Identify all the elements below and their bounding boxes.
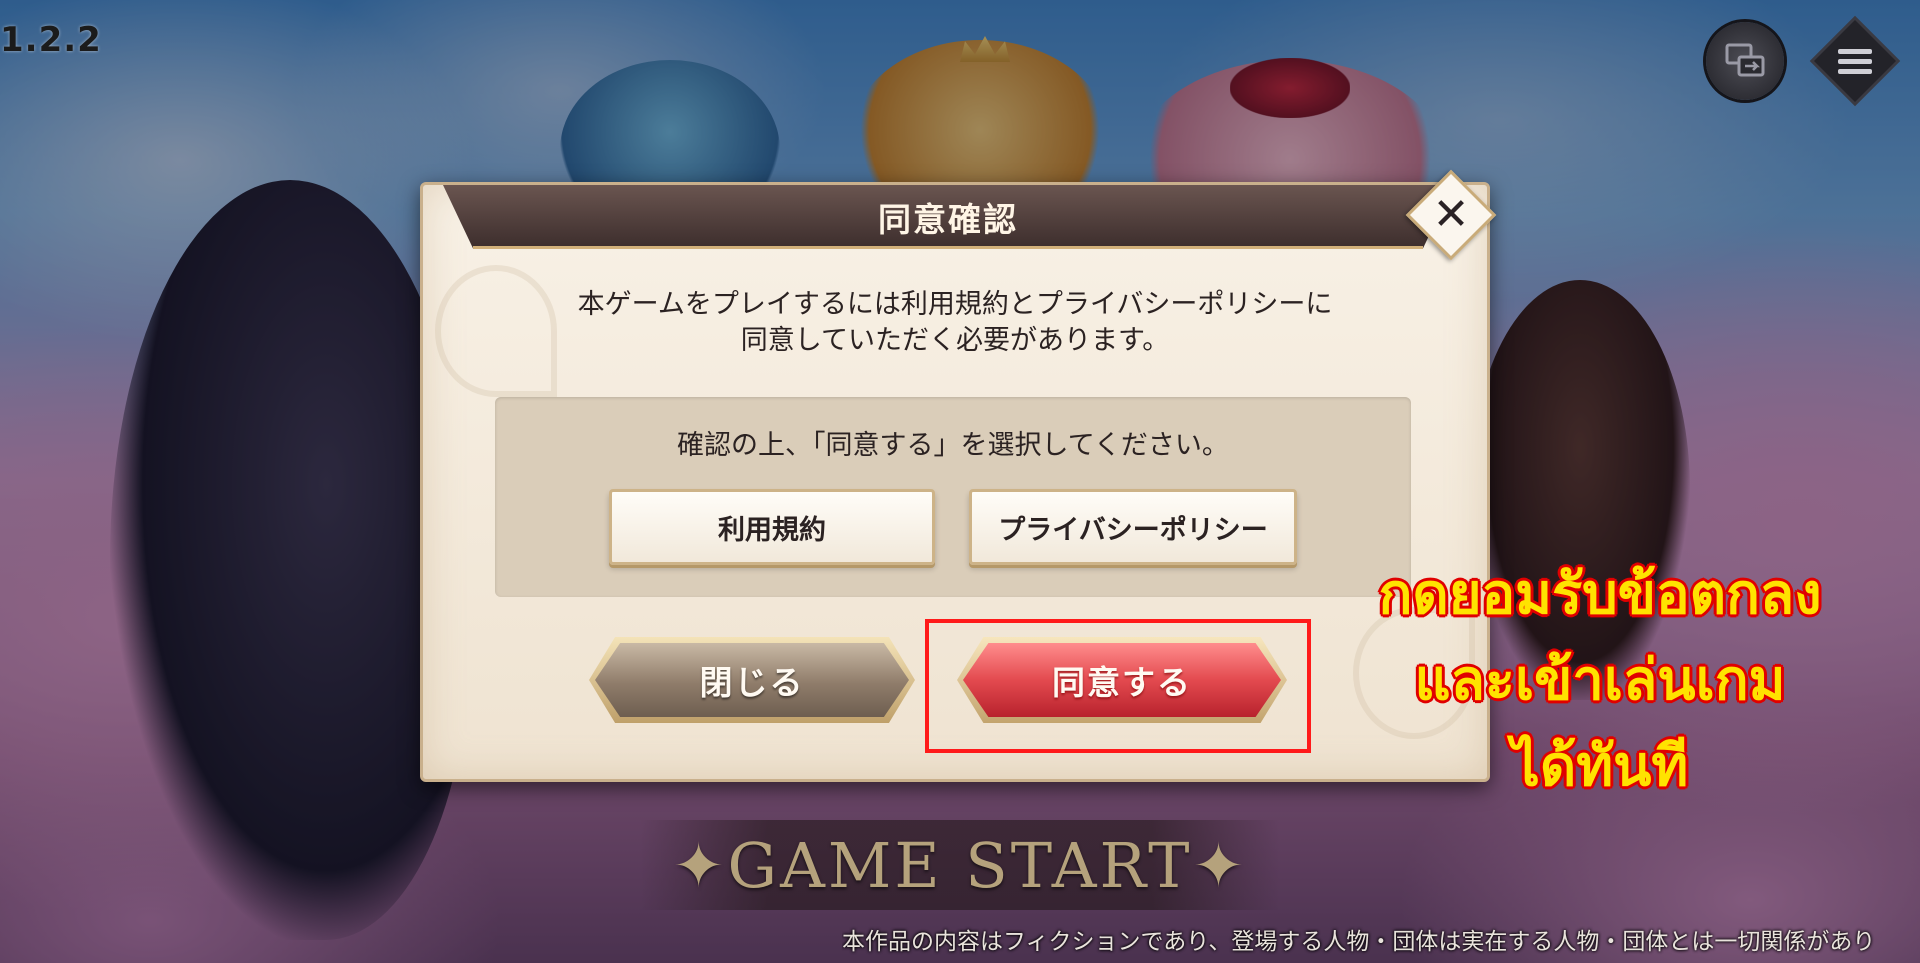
thai-annotation: กดยอมรับข้อตกลง และเข้าเล่นเกม ได้ทันที <box>1310 552 1890 810</box>
terms-of-service-button[interactable]: 利用規約 <box>609 489 935 565</box>
account-switch-button[interactable] <box>1706 22 1784 100</box>
fiction-disclaimer: 本作品の内容はフィクションであり、登場する人物・団体は実在する人物・団体とは一切… <box>842 929 1876 955</box>
game-start-label: ✦GAME START✦ <box>672 828 1248 902</box>
dialog-close-button[interactable]: ✕ <box>1405 169 1497 261</box>
game-start-button[interactable]: ✦GAME START✦ <box>640 820 1280 910</box>
dialog-title-bar: 同意確認 <box>443 185 1453 249</box>
annotation-line-3: ได้ทันที <box>1511 734 1689 799</box>
privacy-policy-button[interactable]: プライバシーポリシー <box>969 489 1297 565</box>
description-line-1: 本ゲームをプレイするには利用規約とプライバシーポリシーに <box>577 289 1333 320</box>
document-links-panel: 確認の上、「同意する」を選択してください。 利用規約 プライバシーポリシー <box>495 397 1411 597</box>
version-label: 1.2.2 <box>0 20 102 60</box>
consent-description: 本ゲームをプレイするには利用規約とプライバシーポリシーに 同意していただく必要が… <box>423 287 1487 359</box>
instruction-text: 確認の上、「同意する」を選択してください。 <box>677 430 1229 461</box>
agree-highlight-box <box>925 619 1311 753</box>
description-line-2: 同意していただく必要があります。 <box>740 325 1170 356</box>
account-switch-icon <box>1725 43 1765 77</box>
hamburger-menu-icon <box>1838 44 1872 79</box>
annotation-line-1: กดยอมรับข้อตกลง <box>1378 562 1822 627</box>
close-icon: ✕ <box>1432 189 1470 240</box>
annotation-line-2: และเข้าเล่นเกม <box>1414 648 1786 713</box>
close-button[interactable]: 閉じる <box>595 643 909 717</box>
dialog-title: 同意確認 <box>878 200 1018 239</box>
menu-button[interactable] <box>1813 19 1897 103</box>
